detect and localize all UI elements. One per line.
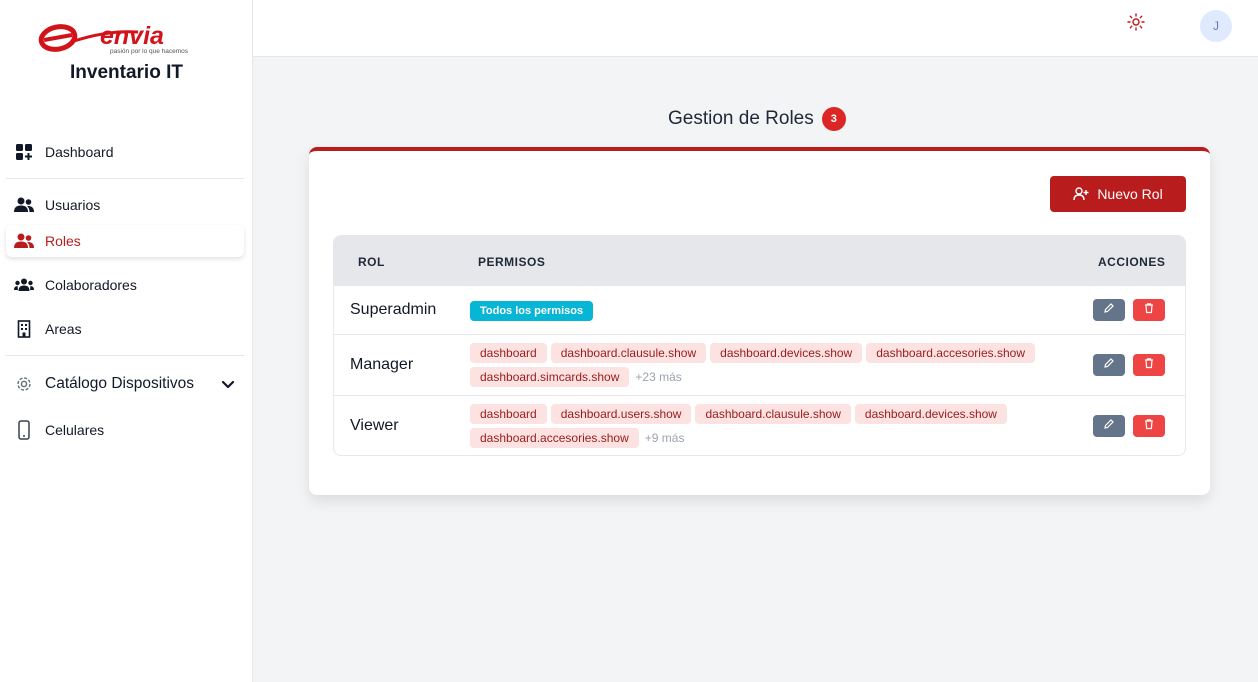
sidebar: envia pasión por lo que hacemos Inventar… xyxy=(0,0,253,682)
nav-divider xyxy=(6,355,244,356)
top-bar: J xyxy=(253,0,1258,57)
sidebar-item-celulares[interactable]: Celulares xyxy=(6,414,244,446)
roles-card: Nuevo Rol ROL PERMISOS ACCIONES Superadm… xyxy=(309,147,1210,495)
new-role-label: Nuevo Rol xyxy=(1097,186,1163,202)
phone-icon xyxy=(14,420,34,440)
permission-tag: dashboard.accesories.show xyxy=(470,428,639,448)
edit-role-button[interactable] xyxy=(1093,299,1125,321)
permission-tag: dashboard.simcards.show xyxy=(470,367,630,387)
role-name: Viewer xyxy=(350,417,399,434)
edit-role-button[interactable] xyxy=(1093,415,1125,437)
permission-tag: dashboard.accesories.show xyxy=(866,343,1035,363)
roles-table: ROL PERMISOS ACCIONES Superadmin Todos l… xyxy=(333,235,1186,456)
nav-divider xyxy=(6,178,244,179)
permission-tag: dashboard xyxy=(470,343,547,363)
sidebar-item-colaboradores[interactable]: Colaboradores xyxy=(6,269,244,301)
sidebar-item-label: Usuarios xyxy=(45,197,101,213)
column-header-permisos: PERMISOS xyxy=(478,255,546,269)
sidebar-item-roles[interactable]: Roles xyxy=(6,225,244,257)
trash-icon xyxy=(1143,356,1155,374)
permission-tag: dashboard.users.show xyxy=(550,404,692,424)
user-plus-icon xyxy=(1073,187,1089,201)
envia-logo[interactable]: envia pasión por lo que hacemos xyxy=(38,22,213,56)
permission-tag: dashboard.clausule.show xyxy=(550,343,707,363)
column-header-rol: ROL xyxy=(358,255,385,269)
permissions-list: dashboard dashboard.users.show dashboard… xyxy=(470,404,1090,448)
edit-role-button[interactable] xyxy=(1093,354,1125,376)
permission-tag: dashboard xyxy=(470,404,547,424)
page-header: Gestion de Roles 3 xyxy=(668,107,846,131)
collaborators-icon xyxy=(14,275,34,295)
sidebar-item-label: Colaboradores xyxy=(45,277,137,293)
table-row: Superadmin Todos los permisos xyxy=(334,285,1185,334)
permission-tag: dashboard.clausule.show xyxy=(695,404,851,424)
sidebar-item-label: Roles xyxy=(45,233,81,249)
all-permissions-badge: Todos los permisos xyxy=(470,301,594,321)
page-title: Gestion de Roles xyxy=(668,108,814,129)
permissions-list: dashboard dashboard.clausule.show dashbo… xyxy=(470,343,1090,387)
pencil-icon xyxy=(1103,301,1115,319)
users-icon xyxy=(14,195,34,215)
sidebar-item-dashboard[interactable]: Dashboard xyxy=(6,136,244,168)
avatar[interactable]: J xyxy=(1200,10,1232,42)
table-header: ROL PERMISOS ACCIONES xyxy=(334,236,1185,285)
sidebar-item-label: Celulares xyxy=(45,422,105,438)
more-permissions: +9 más xyxy=(644,431,685,445)
pencil-icon xyxy=(1103,356,1115,374)
trash-icon xyxy=(1143,417,1155,435)
delete-role-button[interactable] xyxy=(1133,415,1165,437)
delete-role-button[interactable] xyxy=(1133,354,1165,376)
building-icon xyxy=(14,319,34,339)
sidebar-item-usuarios[interactable]: Usuarios xyxy=(6,189,244,221)
role-name: Superadmin xyxy=(350,301,437,318)
logo-text: envia xyxy=(100,22,164,50)
roles-icon xyxy=(14,231,34,251)
chevron-down-icon[interactable] xyxy=(220,376,236,392)
logo-tagline: pasión por lo que hacemos xyxy=(110,48,189,55)
sidebar-item-catalogo-dispositivos[interactable]: Catálogo Dispositivos xyxy=(6,368,244,400)
app-title: Inventario IT xyxy=(70,62,183,83)
sidebar-item-label: Catálogo Dispositivos xyxy=(45,375,195,392)
permissions-list: Todos los permisos xyxy=(470,301,1090,321)
dashboard-icon xyxy=(14,142,34,162)
permission-tag: dashboard.devices.show xyxy=(710,343,863,363)
role-name: Manager xyxy=(350,356,414,373)
sidebar-item-areas[interactable]: Areas xyxy=(6,313,244,345)
sidebar-item-label: Dashboard xyxy=(45,144,114,160)
more-permissions: +23 más xyxy=(635,370,682,384)
sidebar-item-label: Areas xyxy=(45,321,82,337)
delete-role-button[interactable] xyxy=(1133,299,1165,321)
pencil-icon xyxy=(1103,417,1115,435)
sun-icon xyxy=(1127,12,1145,36)
roles-count-badge: 3 xyxy=(821,107,846,131)
permission-tag: dashboard.devices.show xyxy=(854,404,1007,424)
trash-icon xyxy=(1143,301,1155,319)
table-row: Viewer dashboard dashboard.users.show da… xyxy=(334,395,1185,455)
column-header-acciones: ACCIONES xyxy=(1098,255,1166,269)
new-role-button[interactable]: Nuevo Rol xyxy=(1050,176,1186,212)
theme-toggle-button[interactable] xyxy=(1125,12,1147,36)
gear-icon xyxy=(14,374,34,394)
table-row: Manager dashboard dashboard.clausule.sho… xyxy=(334,334,1185,395)
